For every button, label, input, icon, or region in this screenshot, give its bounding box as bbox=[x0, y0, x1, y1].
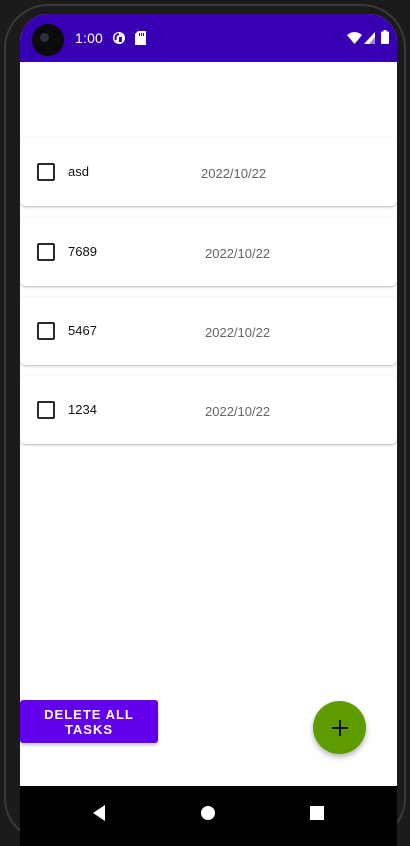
task-row[interactable]: asd 2022/10/22 bbox=[20, 138, 397, 206]
task-title: asd bbox=[68, 164, 89, 179]
status-time: 1:00 bbox=[75, 30, 104, 46]
task-date: 2022/10/22 bbox=[205, 325, 271, 340]
home-icon bbox=[201, 806, 215, 820]
wifi-icon bbox=[347, 32, 362, 44]
task-title: 7689 bbox=[68, 244, 97, 259]
task-title: 5467 bbox=[68, 323, 97, 338]
task-date: 2022/10/22 bbox=[201, 166, 267, 181]
status-bar: 1:00 bbox=[20, 14, 397, 62]
signal-icon bbox=[364, 32, 375, 44]
task-date: 2022/10/22 bbox=[205, 404, 271, 419]
front-camera-icon bbox=[32, 24, 64, 56]
battery-icon bbox=[381, 30, 389, 44]
task-row[interactable]: 5467 2022/10/22 bbox=[20, 297, 397, 365]
plus-icon bbox=[331, 719, 348, 736]
task-checkbox[interactable] bbox=[37, 322, 55, 340]
app-screen: 1:00 asd 2022/10/22 7689 2022/10/22 5467… bbox=[20, 14, 397, 846]
home-button[interactable] bbox=[195, 800, 221, 826]
task-checkbox[interactable] bbox=[37, 163, 55, 181]
sync-app-icon bbox=[113, 32, 125, 44]
task-row[interactable]: 7689 2022/10/22 bbox=[20, 218, 397, 286]
camera-lens bbox=[40, 33, 49, 42]
delete-all-tasks-button[interactable]: DELETE ALL TASKS bbox=[20, 700, 158, 743]
navigation-bar bbox=[20, 786, 397, 846]
recents-button[interactable] bbox=[304, 800, 330, 826]
task-checkbox[interactable] bbox=[37, 401, 55, 419]
device-frame: 1:00 asd 2022/10/22 7689 2022/10/22 5467… bbox=[0, 0, 410, 846]
recents-icon bbox=[310, 806, 324, 820]
add-task-button[interactable] bbox=[313, 701, 366, 754]
back-icon bbox=[93, 805, 105, 821]
task-title: 1234 bbox=[68, 402, 97, 417]
task-checkbox[interactable] bbox=[37, 243, 55, 261]
delete-all-tasks-label: DELETE ALL TASKS bbox=[44, 706, 134, 737]
task-row[interactable]: 1234 2022/10/22 bbox=[20, 376, 397, 444]
back-button[interactable] bbox=[86, 800, 112, 826]
task-date: 2022/10/22 bbox=[205, 246, 271, 261]
sd-card-icon bbox=[135, 31, 146, 45]
